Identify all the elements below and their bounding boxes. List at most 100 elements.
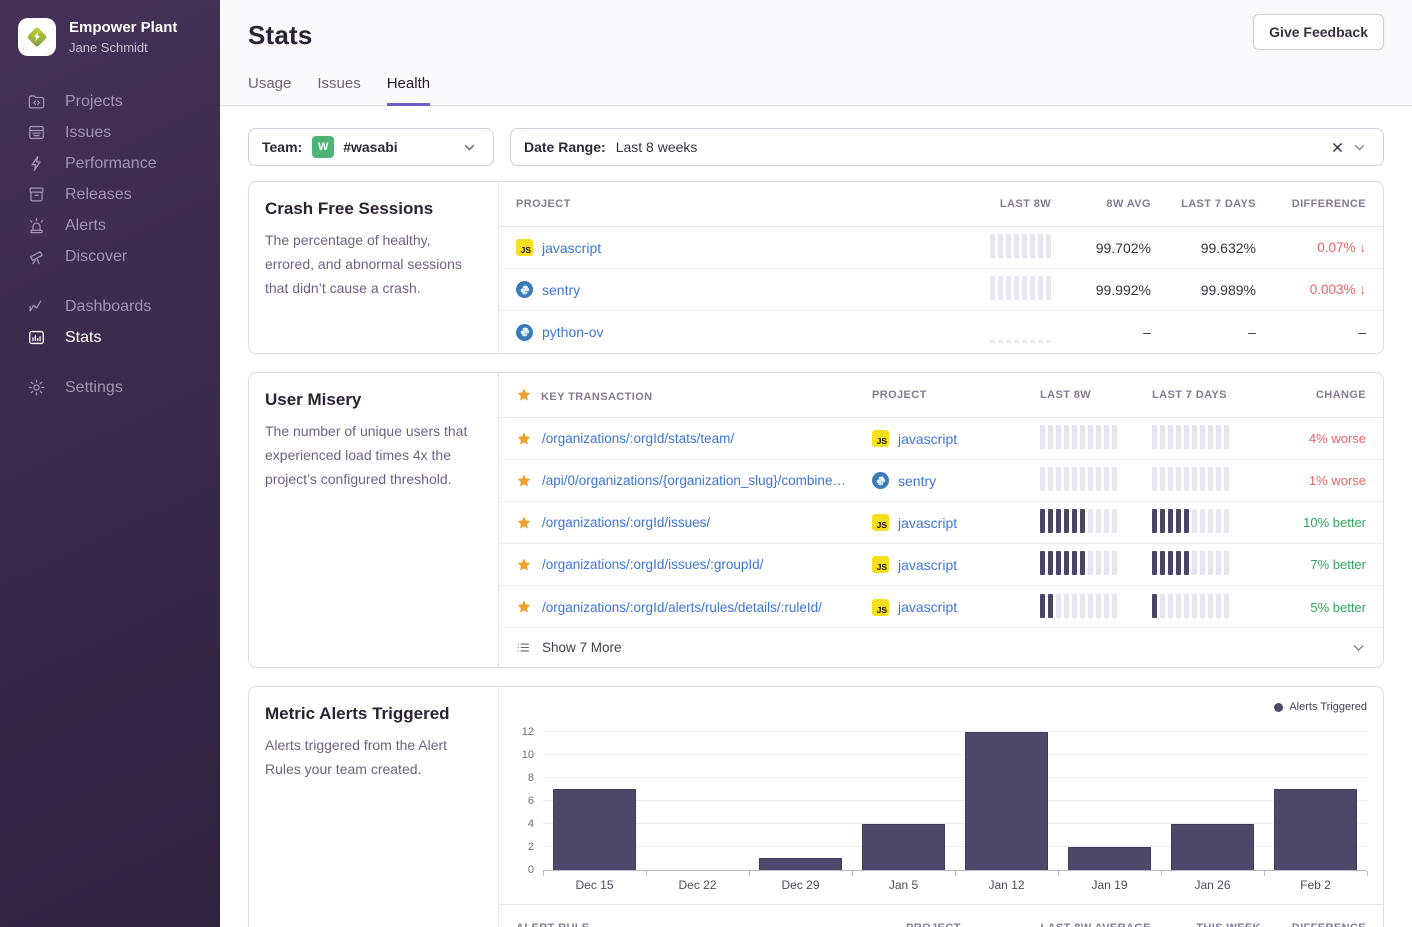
give-feedback-button[interactable]: Give Feedback xyxy=(1253,14,1384,50)
x-axis-label: Dec 15 xyxy=(543,878,646,892)
crash-free-title: Crash Free Sessions xyxy=(265,199,482,219)
chart-bar-slot xyxy=(852,721,955,870)
table-row: /organizations/:orgId/alerts/rules/detai… xyxy=(499,586,1383,628)
sidebar-item-projects[interactable]: Projects xyxy=(0,86,220,117)
tab-health[interactable]: Health xyxy=(387,75,430,106)
sidebar-nav: Projects Issues Performance Releases Ale… xyxy=(0,86,220,403)
x-axis-label: Dec 29 xyxy=(749,878,852,892)
performance-icon xyxy=(27,154,46,173)
metric-alerts-title: Metric Alerts Triggered xyxy=(265,704,482,724)
org-logo xyxy=(18,18,56,56)
key-transaction-star-icon xyxy=(516,387,532,403)
key-transaction-star-icon xyxy=(516,557,532,573)
team-select[interactable]: Team: W #wasabi xyxy=(248,128,494,166)
tab-bar: Usage Issues Health xyxy=(248,75,1384,105)
sidebar-item-discover[interactable]: Discover xyxy=(0,241,220,272)
project-link[interactable]: sentry xyxy=(898,473,936,489)
table-row: JSjavascript 99.702% 99.632% 0.07% ↓ xyxy=(499,227,1383,269)
x-axis-label: Jan 12 xyxy=(955,878,1058,892)
mini-bar-chart xyxy=(1152,551,1229,575)
sidebar-item-performance[interactable]: Performance xyxy=(0,148,220,179)
transaction-link[interactable]: /organizations/:orgId/alerts/rules/detai… xyxy=(542,600,822,615)
sidebar-item-stats[interactable]: Stats xyxy=(0,322,220,353)
clear-date-icon[interactable] xyxy=(1326,136,1348,158)
y-axis-tick-label: 2 xyxy=(528,841,534,853)
mini-bar-chart xyxy=(1152,467,1229,491)
metric-alerts-description-card: Metric Alerts Triggered Alerts triggered… xyxy=(249,687,499,927)
x-axis-tick xyxy=(749,871,750,876)
metric-alerts-description: Alerts triggered from the Alert Rules yo… xyxy=(265,733,482,781)
chevron-down-icon xyxy=(1348,136,1370,158)
stats-icon xyxy=(27,328,46,347)
mini-bar-chart xyxy=(990,234,1051,258)
chart-bar-slot xyxy=(646,721,749,870)
project-link[interactable]: sentry xyxy=(542,282,580,298)
transaction-link[interactable]: /api/0/organizations/{organization_slug}… xyxy=(542,473,846,488)
sidebar-item-alerts[interactable]: Alerts xyxy=(0,210,220,241)
chart-bar-slot xyxy=(1161,721,1264,870)
transaction-link[interactable]: /organizations/:orgId/issues/:groupId/ xyxy=(542,557,763,572)
javascript-platform-icon: JS xyxy=(872,514,889,531)
difference-value: 0.07% ↓ xyxy=(1256,240,1366,255)
x-axis-tick xyxy=(646,871,647,876)
project-link[interactable]: javascript xyxy=(542,240,601,256)
tab-usage[interactable]: Usage xyxy=(248,75,291,106)
x-axis-label: Jan 19 xyxy=(1058,878,1161,892)
mini-bar-chart xyxy=(1152,594,1229,618)
javascript-platform-icon: JS xyxy=(872,430,889,447)
mini-bar-chart xyxy=(990,276,1051,300)
mini-bar-chart xyxy=(1040,594,1117,618)
show-more-button[interactable]: Show 7 More xyxy=(499,627,1383,667)
dashboards-icon xyxy=(27,297,46,316)
alerts-siren-icon xyxy=(27,216,46,235)
org-switcher[interactable]: Empower Plant Jane Schmidt xyxy=(0,18,220,56)
sidebar-item-settings[interactable]: Settings xyxy=(0,372,220,403)
y-axis-tick-label: 8 xyxy=(528,772,534,784)
empower-plant-logo-icon xyxy=(24,24,50,50)
sidebar: Empower Plant Jane Schmidt Projects Issu… xyxy=(0,0,220,927)
y-axis-tick-label: 0 xyxy=(528,864,534,876)
chart-x-axis: Dec 15Dec 22Dec 29Jan 5Jan 12Jan 19Jan 2… xyxy=(543,871,1367,892)
difference-value: 0.003% ↓ xyxy=(1256,282,1366,297)
project-link[interactable]: javascript xyxy=(898,431,957,447)
sidebar-item-issues[interactable]: Issues xyxy=(0,117,220,148)
page-content: Team: W #wasabi Date Range: Last 8 weeks xyxy=(220,106,1412,927)
change-value: 4% worse xyxy=(1264,431,1366,446)
mini-bar-chart xyxy=(1152,425,1229,449)
project-link[interactable]: javascript xyxy=(898,599,957,615)
transaction-link[interactable]: /organizations/:orgId/issues/ xyxy=(542,515,710,530)
javascript-platform-icon: JS xyxy=(516,239,533,256)
date-range-select[interactable]: Date Range: Last 8 weeks xyxy=(510,128,1384,166)
chart-bar-slot xyxy=(1058,721,1161,870)
x-axis-tick xyxy=(1367,871,1368,876)
project-link[interactable]: javascript xyxy=(898,515,957,531)
user-misery-description: The number of unique users that experien… xyxy=(265,419,482,491)
user-misery-title: User Misery xyxy=(265,390,482,410)
chart-bar xyxy=(862,824,944,870)
x-axis-label: Dec 22 xyxy=(646,878,749,892)
projects-icon xyxy=(27,92,46,111)
legend-dot xyxy=(1274,703,1283,712)
table-row: /organizations/:orgId/stats/team/ JS java… xyxy=(499,418,1383,460)
sidebar-item-releases[interactable]: Releases xyxy=(0,179,220,210)
python-platform-icon xyxy=(872,472,889,489)
sidebar-item-dashboards[interactable]: Dashboards xyxy=(0,291,220,322)
y-axis-tick-label: 10 xyxy=(522,749,534,761)
chart-bar xyxy=(1068,847,1150,870)
metric-alerts-chart-area: Alerts Triggered 024681012 Dec 15Dec 22D… xyxy=(499,687,1383,927)
project-link[interactable]: javascript xyxy=(898,557,957,573)
table-row: /organizations/:orgId/issues/ JS javascri… xyxy=(499,502,1383,544)
mini-bar-chart xyxy=(1040,425,1117,449)
x-axis-tick xyxy=(852,871,853,876)
project-link[interactable]: python-ov xyxy=(542,324,603,340)
settings-gear-icon xyxy=(27,378,46,397)
x-axis-label: Feb 2 xyxy=(1264,878,1367,892)
app-root: Empower Plant Jane Schmidt Projects Issu… xyxy=(0,0,1412,927)
issues-icon xyxy=(27,123,46,142)
team-select-label: Team: xyxy=(262,139,302,155)
user-misery-table: KEY TRANSACTION PROJECT LAST 8W LAST 7 D… xyxy=(499,373,1383,667)
transaction-link[interactable]: /organizations/:orgId/stats/team/ xyxy=(542,431,734,446)
table-row: /organizations/:orgId/issues/:groupId/ J… xyxy=(499,544,1383,586)
user-misery-panel: User Misery The number of unique users t… xyxy=(248,372,1384,668)
tab-issues[interactable]: Issues xyxy=(317,75,360,106)
